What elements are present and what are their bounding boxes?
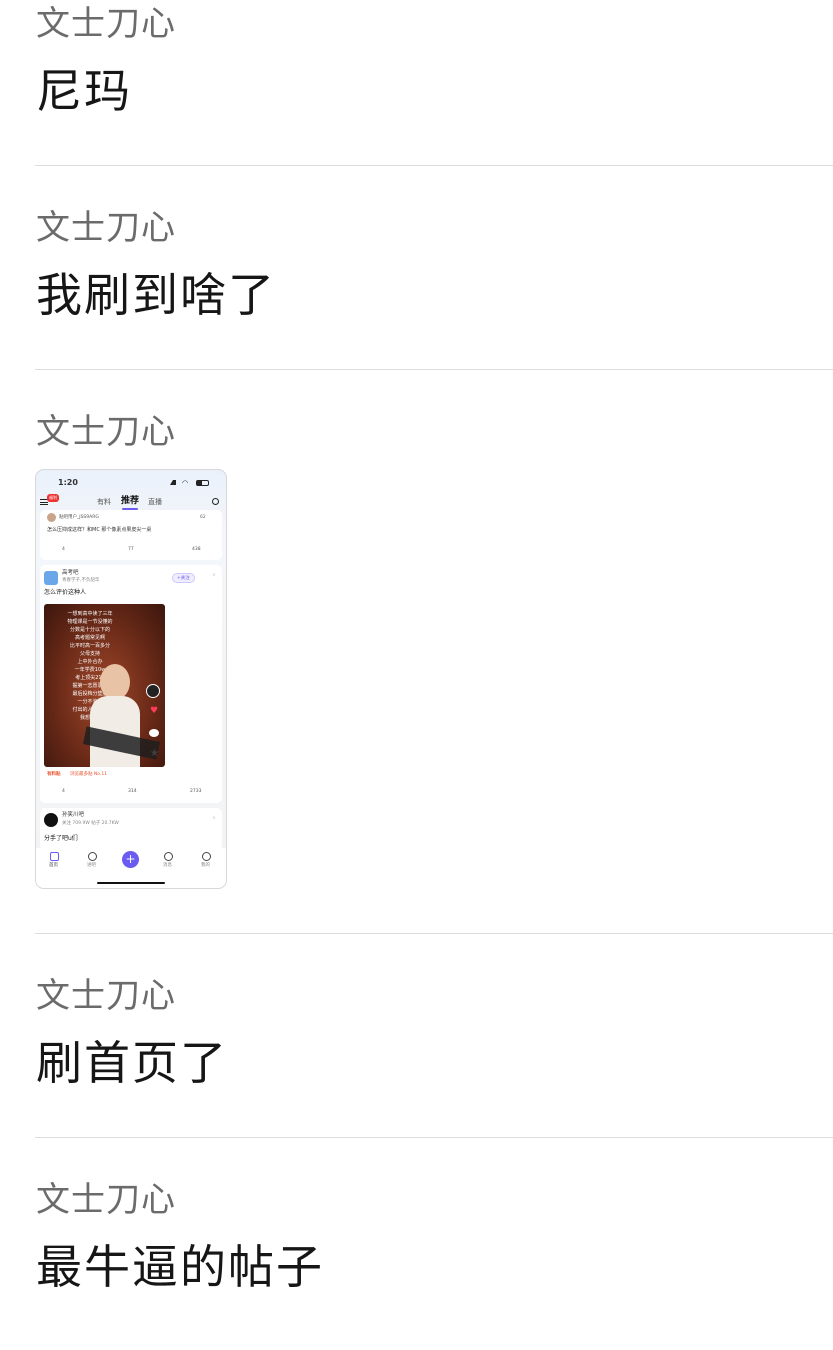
message-icon[interactable] (164, 852, 173, 861)
message-text[interactable]: 尼玛 (36, 68, 132, 114)
video-caption-line: 父母支持 (79, 651, 100, 657)
comment-count[interactable]: 314 (128, 789, 137, 795)
post-title[interactable]: 怎么评价这种人 (44, 590, 86, 596)
search-icon[interactable] (212, 498, 219, 505)
status-time: 1:20 (58, 478, 78, 487)
video-thumbnail[interactable]: 一想到高中读了三年 物理课是一节没懂的 分数是十分以下的 高考题常见啊 比平时高一百多分… (44, 604, 165, 767)
share-count[interactable]: 4 (62, 789, 65, 795)
video-caption-line: 上中外合办 (77, 659, 103, 665)
forum-avatar (44, 813, 58, 827)
profile-icon[interactable] (202, 852, 211, 861)
sender-name: 文士刀心 (36, 412, 176, 452)
upvote-count[interactable]: 438 (192, 547, 201, 553)
divider (35, 369, 833, 370)
home-indicator (97, 882, 165, 884)
home-icon[interactable] (50, 852, 59, 861)
like-icon[interactable]: ♥ (150, 706, 158, 716)
image-message-thumbnail[interactable]: 1:20 ◠ 福利 有料 推荐 直播 贴吧用户_JSS9ARG 62 怎么压抑成… (35, 469, 227, 889)
forum-name[interactable]: 孙笑川吧 (62, 812, 84, 819)
sender-name: 文士刀心 (36, 4, 176, 44)
avatar (47, 513, 56, 522)
comment-count[interactable]: 77 (128, 547, 134, 553)
sender-name: 文士刀心 (36, 208, 176, 248)
tab-messages[interactable]: 消息 (163, 863, 172, 869)
battery-icon (196, 480, 209, 486)
tab-forums[interactable]: 进吧 (87, 863, 96, 869)
post-user: 贴吧用户_JSS9ARG (59, 515, 99, 520)
forum-name[interactable]: 高考吧 (62, 570, 79, 577)
video-caption-line: 比平时高一百多分 (69, 643, 110, 649)
video-caption-line: 物理课是一节没懂的 (67, 619, 113, 625)
rank: 浏览最多贴 No.11 (70, 772, 108, 777)
post-text: 怎么压抑成这样？和MC 那个像素点果皮尖一桌 (47, 527, 152, 533)
message-text[interactable]: 最牛逼的帖子 (36, 1244, 324, 1290)
message-text[interactable]: 刷首页了 (36, 1040, 228, 1086)
sender-name: 文士刀心 (36, 1180, 176, 1220)
close-icon[interactable]: × (212, 573, 216, 579)
video-caption-line: 一想到高中读了三年 (67, 611, 113, 617)
tab-recommend[interactable]: 推荐 (121, 497, 139, 506)
tag: 有料贴 (47, 772, 61, 777)
divider (35, 933, 833, 934)
video-caption-line: 分数是十分以下的 (69, 627, 110, 633)
bottom-tabbar: 首页 进吧 + 消息 我的 (36, 848, 226, 888)
upvote-count[interactable]: 2733 (190, 789, 201, 795)
message-text[interactable]: 我刷到啥了 (36, 272, 276, 318)
post-likes: 62 (200, 515, 206, 520)
forum-icon[interactable] (88, 852, 97, 861)
divider (35, 165, 833, 166)
comment-icon[interactable] (149, 729, 159, 737)
person-figure (100, 664, 130, 700)
tab-home[interactable]: 首页 (49, 863, 58, 869)
tab-me[interactable]: 我的 (201, 863, 210, 869)
post-card[interactable]: 孙笑川吧 关注 709.9W 帖子 20.7KW × 分手了吧u们 (40, 808, 222, 850)
post-plus-button[interactable]: + (122, 851, 139, 868)
tab-youliao[interactable]: 有料 (97, 499, 111, 506)
tab-live[interactable]: 直播 (148, 499, 162, 506)
post-card[interactable]: 贴吧用户_JSS9ARG 62 怎么压抑成这样？和MC 那个像素点果皮尖一桌 4… (40, 510, 222, 560)
video-caption-line: 高考题常见啊 (74, 635, 105, 641)
forum-stats: 关注 709.9W 帖子 20.7KW (62, 821, 119, 826)
share-count[interactable]: 4 (62, 547, 65, 553)
post-title[interactable]: 分手了吧u们 (44, 836, 78, 842)
forum-avatar (44, 571, 58, 585)
sender-name: 文士刀心 (36, 976, 176, 1016)
forum-sub: 青春学子,不负韶华 (62, 578, 100, 583)
wifi-icon: ◠ (182, 479, 189, 487)
divider (35, 1137, 833, 1138)
close-icon[interactable]: × (212, 816, 216, 822)
creator-avatar[interactable] (146, 684, 160, 698)
badge: 福利 (47, 494, 59, 502)
follow-button[interactable]: +关注 (172, 573, 195, 583)
signal-icon (170, 480, 176, 485)
